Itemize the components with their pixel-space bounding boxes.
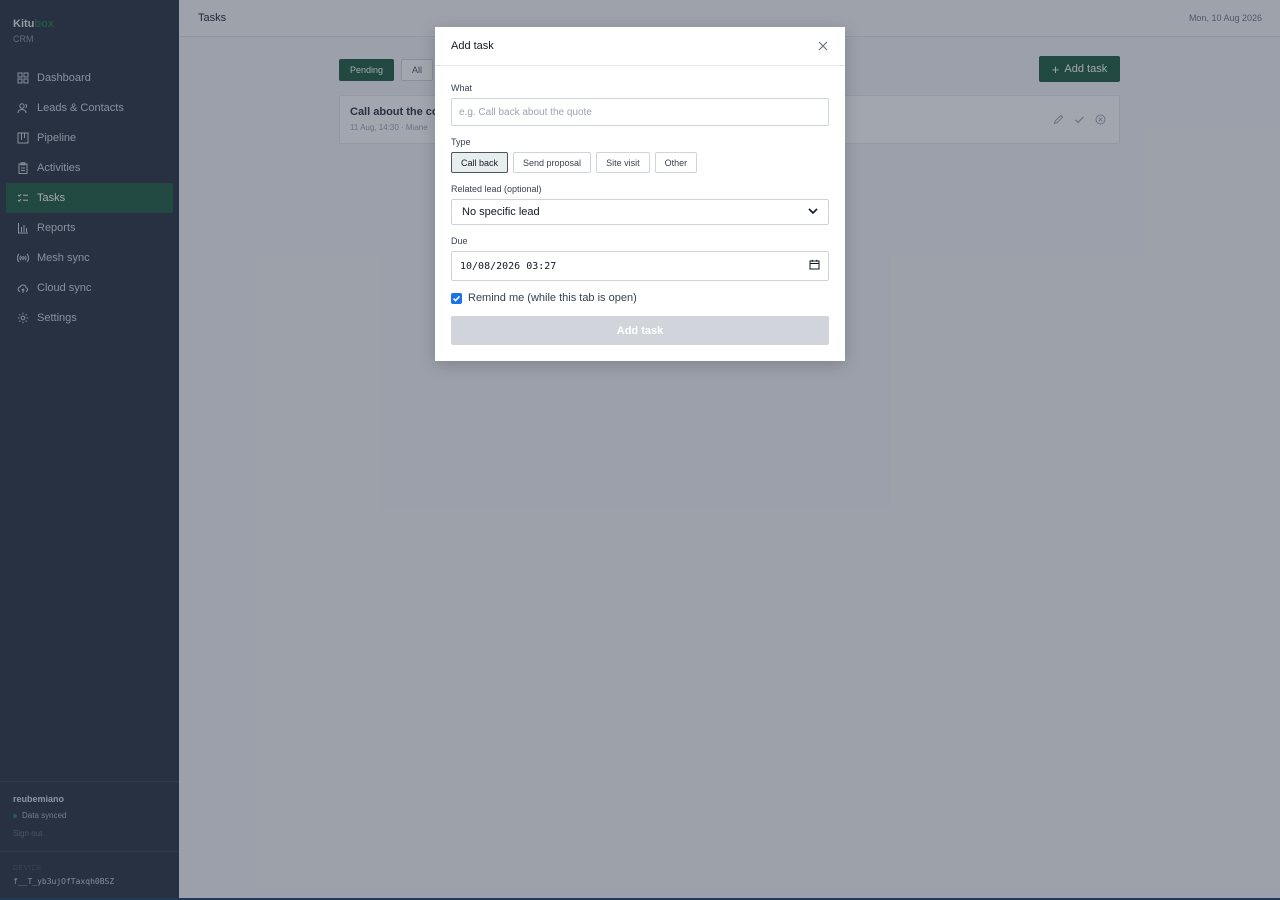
type-selector: Call back Send proposal Site visit Other — [451, 152, 698, 173]
what-label: What — [451, 83, 473, 93]
due-datetime-input[interactable]: 10/08/2026 03:27 — [451, 251, 829, 281]
submit-add-task-button[interactable]: Add task — [451, 316, 829, 345]
what-input[interactable] — [451, 98, 829, 126]
chevron-down-icon — [808, 206, 818, 218]
type-send-proposal-button[interactable]: Send proposal — [513, 152, 592, 173]
calendar-icon[interactable] — [809, 259, 820, 273]
related-lead-select[interactable]: No specific lead — [451, 199, 829, 225]
add-task-modal: Add task What Type Call back Send propos… — [435, 27, 845, 361]
due-value: 10/08/2026 03:27 — [460, 260, 557, 272]
due-label: Due — [451, 236, 468, 246]
related-lead-value: No specific lead — [462, 206, 540, 218]
type-other-button[interactable]: Other — [654, 152, 698, 173]
type-call-back-button[interactable]: Call back — [451, 152, 509, 173]
remind-me-checkbox[interactable] — [451, 292, 462, 304]
modal-title: Add task — [451, 40, 494, 52]
type-label: Type — [451, 137, 471, 147]
modal-header: Add task — [435, 27, 845, 66]
related-lead-label: Related lead (optional) — [451, 184, 542, 194]
close-icon[interactable] — [817, 40, 829, 52]
remind-me-row: Remind me (while this tab is open) — [451, 292, 637, 304]
remind-me-label: Remind me (while this tab is open) — [468, 292, 637, 304]
type-site-visit-button[interactable]: Site visit — [596, 152, 650, 173]
